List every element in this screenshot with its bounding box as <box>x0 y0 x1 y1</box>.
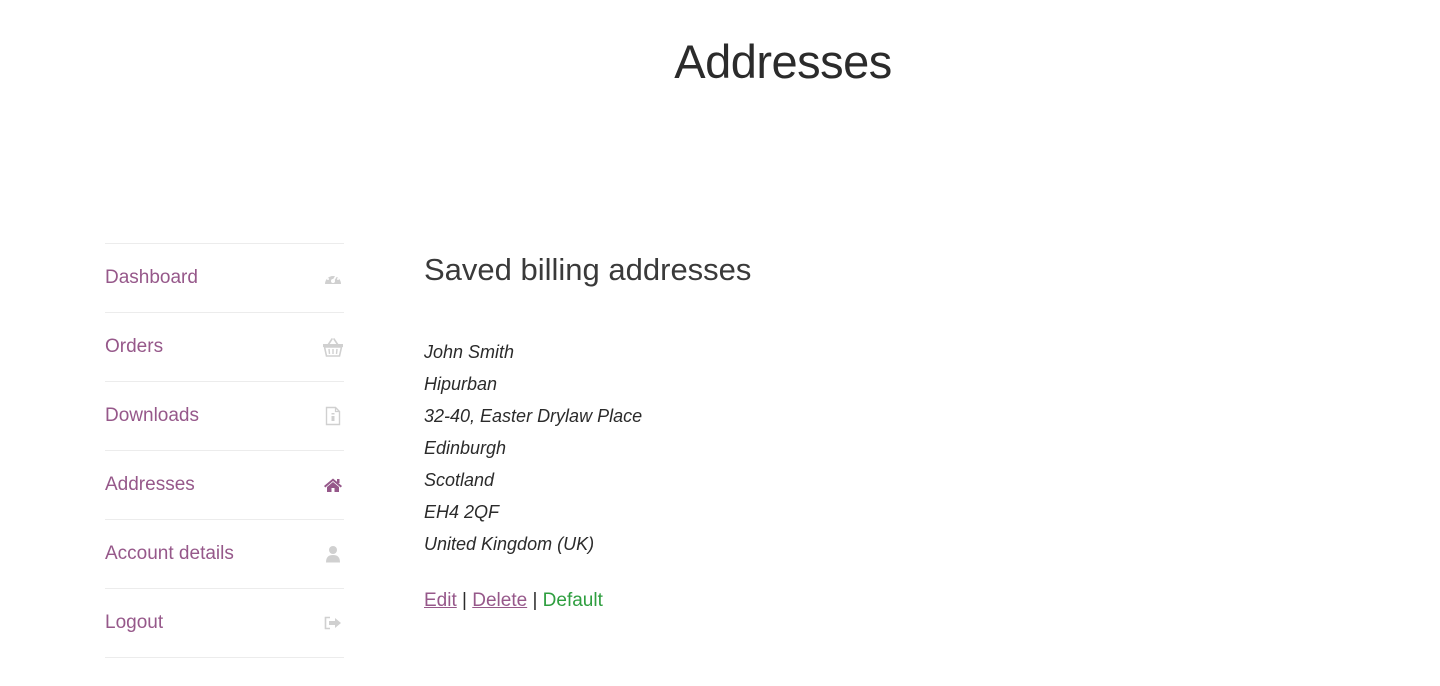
main-content: Saved billing addresses John Smith Hipur… <box>424 250 1324 613</box>
nav-item-label: Account details <box>105 543 234 564</box>
home-icon <box>322 474 344 496</box>
address-line: Hipurban <box>424 374 498 394</box>
nav-item-label: Downloads <box>105 405 199 426</box>
nav-item-label: Orders <box>105 336 164 357</box>
address-line: Scotland <box>424 470 495 490</box>
default-badge: Default <box>542 590 603 611</box>
delete-link[interactable]: Delete <box>472 590 527 611</box>
nav-item-addresses[interactable]: Addresses <box>105 451 344 520</box>
address-line: John Smith <box>424 342 515 362</box>
separator: | <box>462 590 467 611</box>
nav-item-label: Dashboard <box>105 267 198 288</box>
sign-out-icon <box>322 612 344 634</box>
user-icon <box>322 543 344 565</box>
section-title: Saved billing addresses <box>424 252 752 287</box>
file-icon <box>322 405 344 427</box>
edit-link[interactable]: Edit <box>424 590 457 611</box>
page-title: Addresses <box>674 35 892 88</box>
basket-icon <box>322 336 344 358</box>
nav-item-downloads[interactable]: Downloads <box>105 382 344 451</box>
nav-item-logout[interactable]: Logout <box>105 589 344 658</box>
nav-item-dashboard[interactable]: Dashboard <box>105 244 344 313</box>
address-line: Edinburgh <box>424 438 507 458</box>
address-line: 32-40, Easter Drylaw Place <box>424 406 643 426</box>
nav-item-label: Logout <box>105 612 164 633</box>
nav-item-orders[interactable]: Orders <box>105 313 344 382</box>
billing-address: John Smith Hipurban 32-40, Easter Drylaw… <box>424 336 1324 560</box>
address-actions: Edit | Delete | Default <box>424 589 1324 613</box>
address-line: EH4 2QF <box>424 502 500 522</box>
account-navigation: Dashboard Orders Downloads Addresses Acc… <box>105 243 344 658</box>
address-line: United Kingdom (UK) <box>424 534 595 554</box>
dashboard-icon <box>322 267 344 289</box>
nav-item-label: Addresses <box>105 474 195 495</box>
separator: | <box>532 590 538 611</box>
nav-item-account-details[interactable]: Account details <box>105 520 344 589</box>
